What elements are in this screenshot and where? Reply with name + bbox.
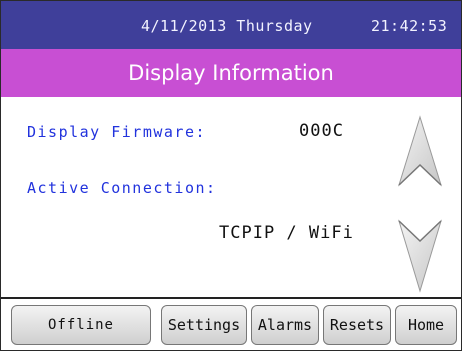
page-title: Display Information bbox=[1, 49, 461, 97]
info-panel: Display Firmware: 000C Active Connection… bbox=[1, 97, 461, 297]
chevron-down-icon bbox=[397, 219, 443, 293]
scroll-up-button[interactable] bbox=[397, 115, 443, 199]
connection-value: TCPIP / WiFi bbox=[219, 223, 354, 243]
resets-button[interactable]: Resets bbox=[323, 305, 391, 345]
offline-button[interactable]: Offline bbox=[11, 305, 151, 345]
bottom-nav: Offline Settings Alarms Resets Home bbox=[1, 297, 461, 350]
connection-label: Active Connection: bbox=[27, 179, 217, 197]
firmware-label: Display Firmware: bbox=[27, 123, 207, 141]
display-screen: 4/11/2013 Thursday 21:42:53 Display Info… bbox=[0, 0, 462, 351]
firmware-value: 000C bbox=[299, 121, 344, 141]
alarms-button[interactable]: Alarms bbox=[251, 305, 319, 345]
chevron-up-icon bbox=[397, 115, 443, 187]
date-text: 4/11/2013 Thursday bbox=[141, 17, 313, 35]
settings-button[interactable]: Settings bbox=[161, 305, 247, 345]
home-button[interactable]: Home bbox=[395, 305, 457, 345]
status-bar: 4/11/2013 Thursday 21:42:53 bbox=[1, 1, 461, 49]
time-text: 21:42:53 bbox=[371, 17, 448, 35]
scroll-down-button[interactable] bbox=[397, 209, 443, 293]
